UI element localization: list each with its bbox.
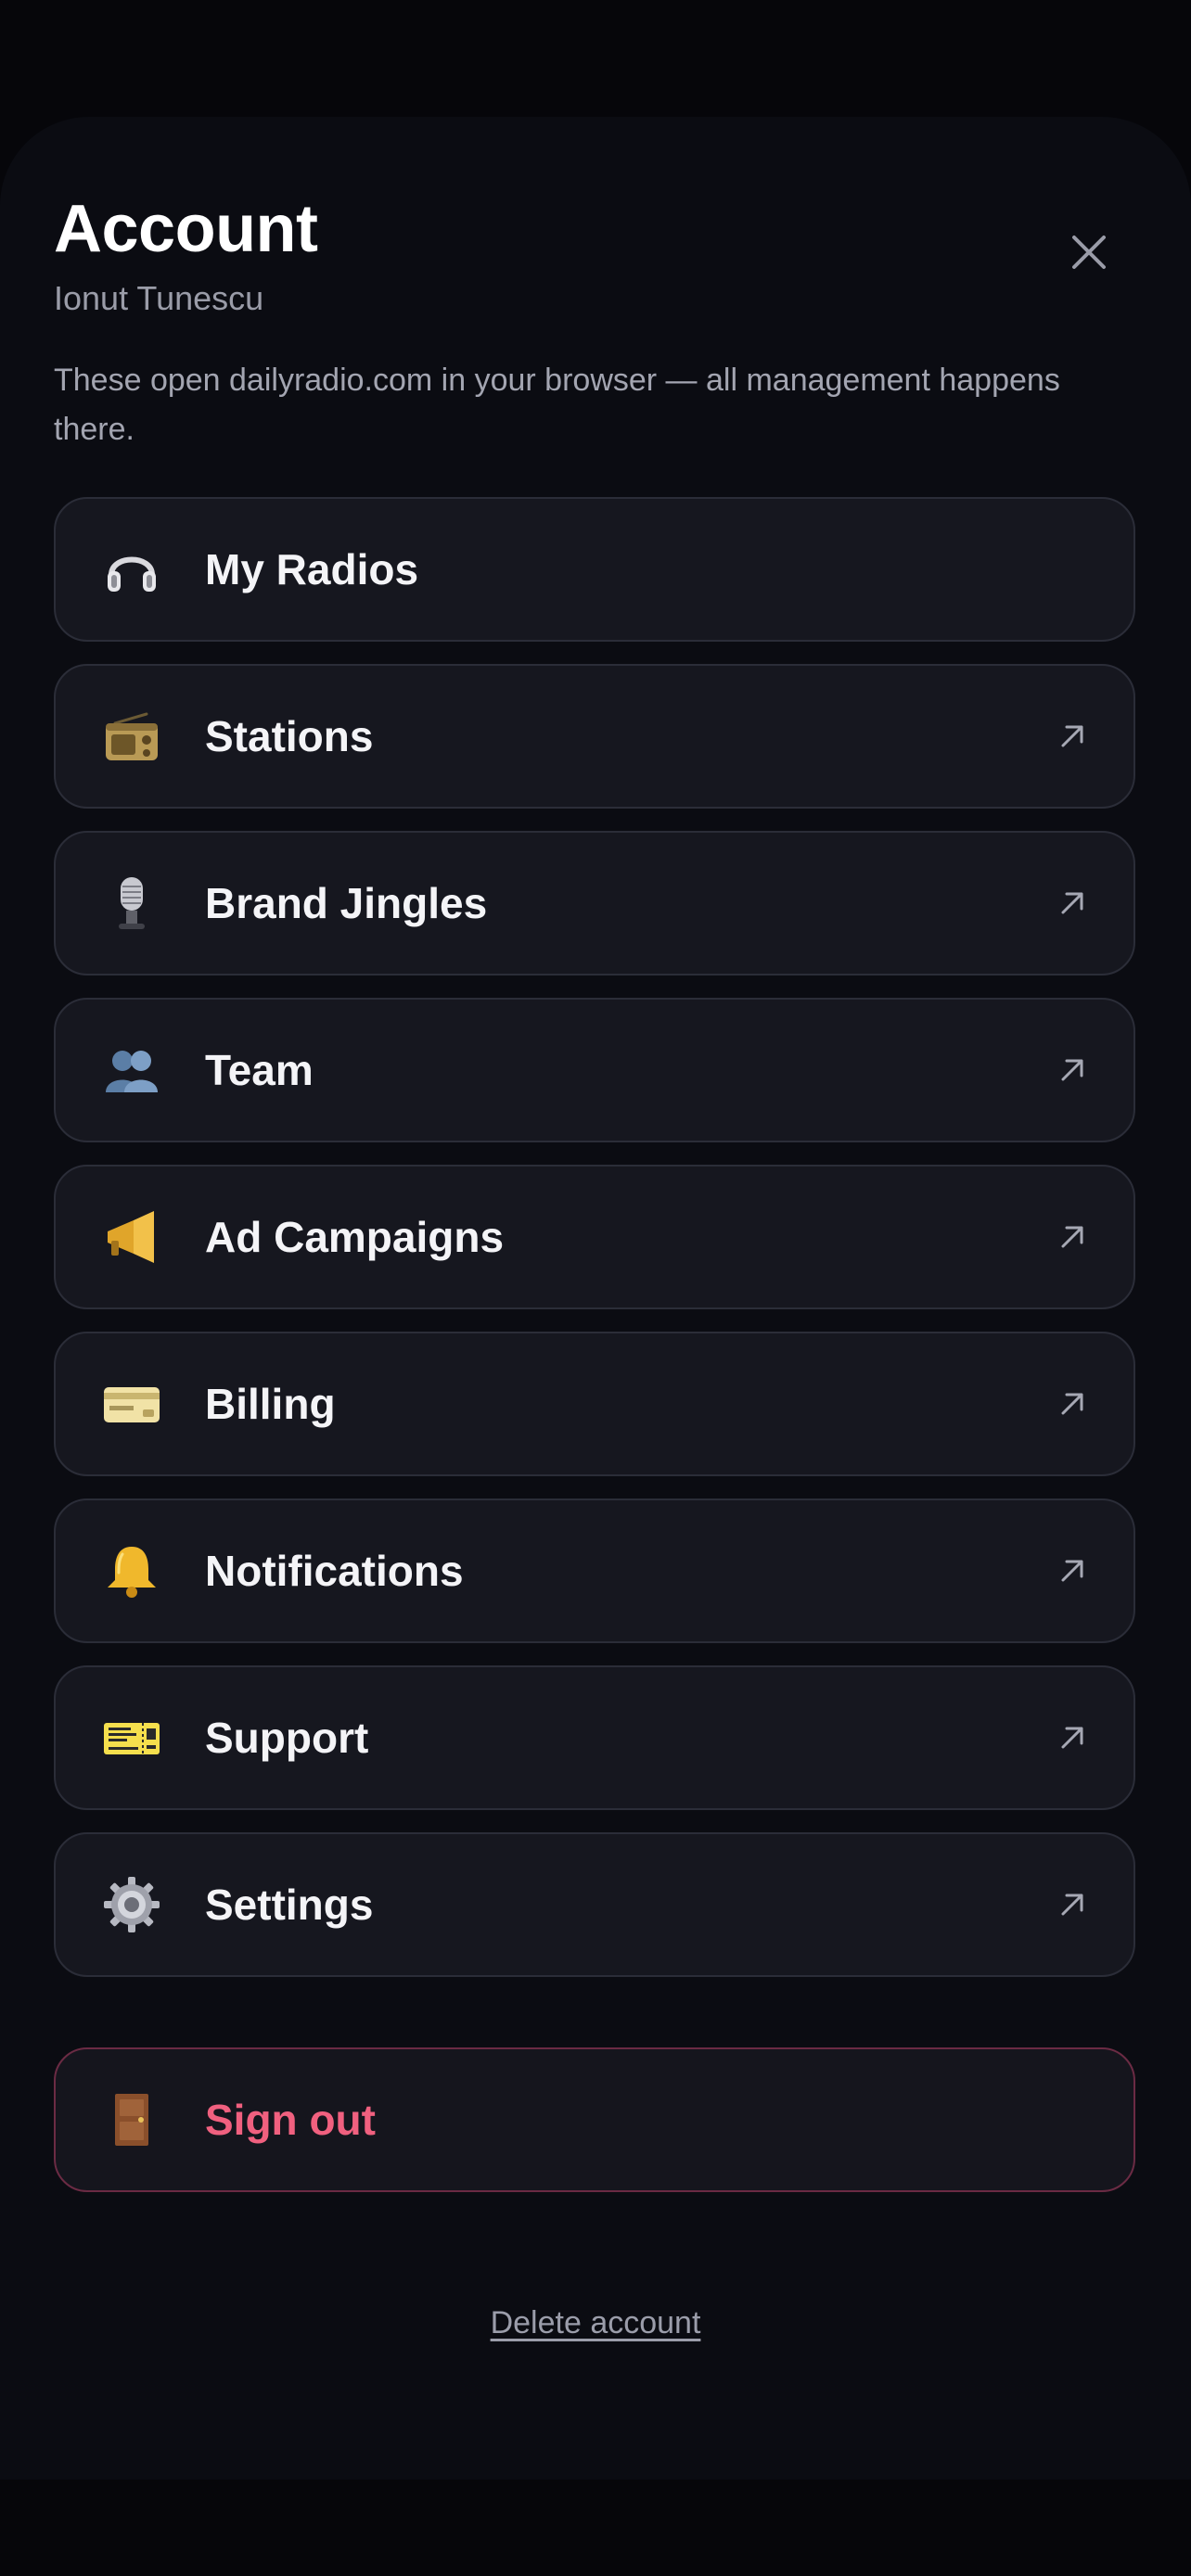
external-link-icon (1056, 1220, 1089, 1254)
sign-out-button[interactable]: Sign out (54, 2047, 1135, 2192)
description-text: These open dailyradio.com in your browse… (54, 363, 1060, 447)
sign-out-label: Sign out (205, 2096, 376, 2144)
external-link-icon (1056, 1721, 1089, 1754)
menu-item-brand-jingles[interactable]: Brand Jingles (54, 831, 1135, 976)
menu-item-notifications[interactable]: Notifications (54, 1498, 1135, 1643)
ticket-icon (102, 1708, 161, 1767)
menu-item-label: Team (205, 1046, 314, 1094)
menu-item-team[interactable]: Team (54, 998, 1135, 1142)
microphone-icon (102, 874, 161, 933)
menu-item-label: Stations (205, 712, 374, 760)
menu-item-label: Brand Jingles (205, 879, 488, 927)
external-link-icon (1056, 1888, 1089, 1921)
menu-item-label: My Radios (205, 545, 419, 593)
external-link-icon (1056, 1554, 1089, 1588)
account-username: Ionut Tunescu (54, 279, 264, 317)
menu-item-label: Billing (205, 1380, 336, 1428)
people-icon (102, 1040, 161, 1100)
credit-card-icon (102, 1374, 161, 1434)
menu-item-label: Support (205, 1714, 369, 1762)
gear-icon (102, 1875, 161, 1934)
menu-item-billing[interactable]: Billing (54, 1332, 1135, 1476)
external-link-icon (1056, 886, 1089, 920)
close-icon (1072, 236, 1106, 269)
radio-icon (102, 707, 161, 766)
megaphone-icon (102, 1207, 161, 1267)
headphone-icon (102, 540, 161, 599)
menu-item-my-radios[interactable]: My Radios (54, 497, 1135, 642)
external-link-icon (1056, 1053, 1089, 1087)
page-title: Account (54, 192, 318, 266)
menu-item-ad-campaigns[interactable]: Ad Campaigns (54, 1165, 1135, 1309)
menu-item-settings[interactable]: Settings (54, 1832, 1135, 1977)
external-link-icon (1056, 1387, 1089, 1421)
menu-item-support[interactable]: Support (54, 1665, 1135, 1810)
menu-item-label: Settings (205, 1881, 374, 1929)
delete-account-link[interactable]: Delete account (0, 2305, 1191, 2341)
door-icon (102, 2090, 161, 2149)
menu-item-label: Notifications (205, 1547, 464, 1595)
close-button[interactable] (1059, 223, 1119, 282)
bell-icon (102, 1541, 161, 1600)
external-link-icon (1056, 720, 1089, 753)
menu-item-stations[interactable]: Stations (54, 664, 1135, 809)
menu-item-label: Ad Campaigns (205, 1213, 505, 1261)
